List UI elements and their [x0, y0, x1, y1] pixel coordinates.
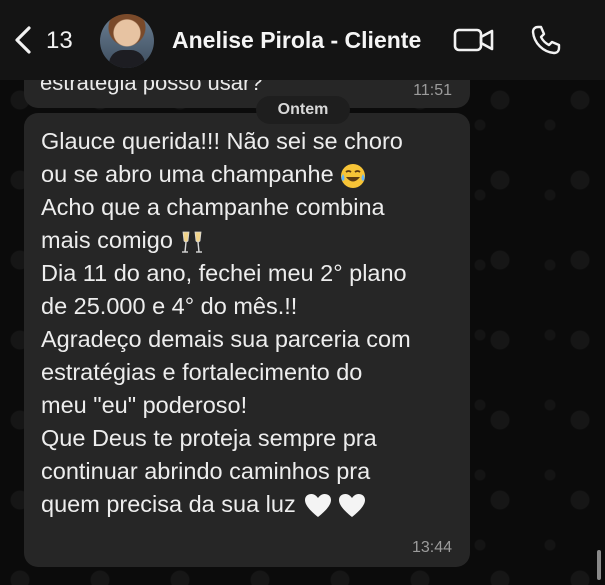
laughing-tears-emoji-icon: [340, 163, 365, 188]
champagne-glasses-emoji-icon: [181, 231, 202, 253]
message-line: meu "eu" poderoso!: [41, 392, 248, 418]
message-line: ou se abro uma champanhe: [41, 158, 461, 191]
message-line: estratégias e fortalecimento do: [41, 359, 363, 385]
back-unread-count[interactable]: 13: [46, 27, 73, 55]
message-time: 13:44: [411, 539, 452, 556]
white-heart-icon: [304, 493, 331, 517]
message-text: Glauce querida!!! Não sei se choro ou se…: [41, 125, 461, 521]
video-call-icon[interactable]: [453, 27, 495, 53]
message-line: Agradeço demais sua parceria com: [41, 326, 411, 352]
avatar[interactable]: [100, 14, 154, 68]
white-heart-icon: [338, 493, 365, 517]
contact-name[interactable]: Anelise Pirola - Cliente: [172, 27, 421, 54]
message-line: mais comigo: [41, 224, 461, 257]
message-line: Que Deus te proteja sempre pra: [41, 425, 377, 451]
chat-header: 13 Anelise Pirola - Cliente: [0, 0, 605, 80]
message-bubble[interactable]: Glauce querida!!! Não sei se choro ou se…: [24, 113, 470, 567]
message-line: Glauce querida!!! Não sei se choro: [41, 128, 403, 154]
message-line: de 25.000 e 4° do mês.!!: [41, 293, 298, 319]
scrollbar[interactable]: [597, 550, 601, 580]
message-line: Dia 11 do ano, fechei meu 2° plano: [41, 260, 407, 286]
chevron-left-icon[interactable]: [12, 26, 34, 54]
previous-message-time: 11:51: [413, 82, 452, 99]
hearts: [304, 493, 366, 519]
message-line: Acho que a champanhe combina: [41, 194, 385, 220]
message-line: quem precisa da sua luz: [41, 488, 461, 521]
message-line: continuar abrindo caminhos pra: [41, 458, 371, 484]
phone-icon[interactable]: [530, 24, 562, 56]
date-separator: Ontem: [256, 96, 350, 124]
